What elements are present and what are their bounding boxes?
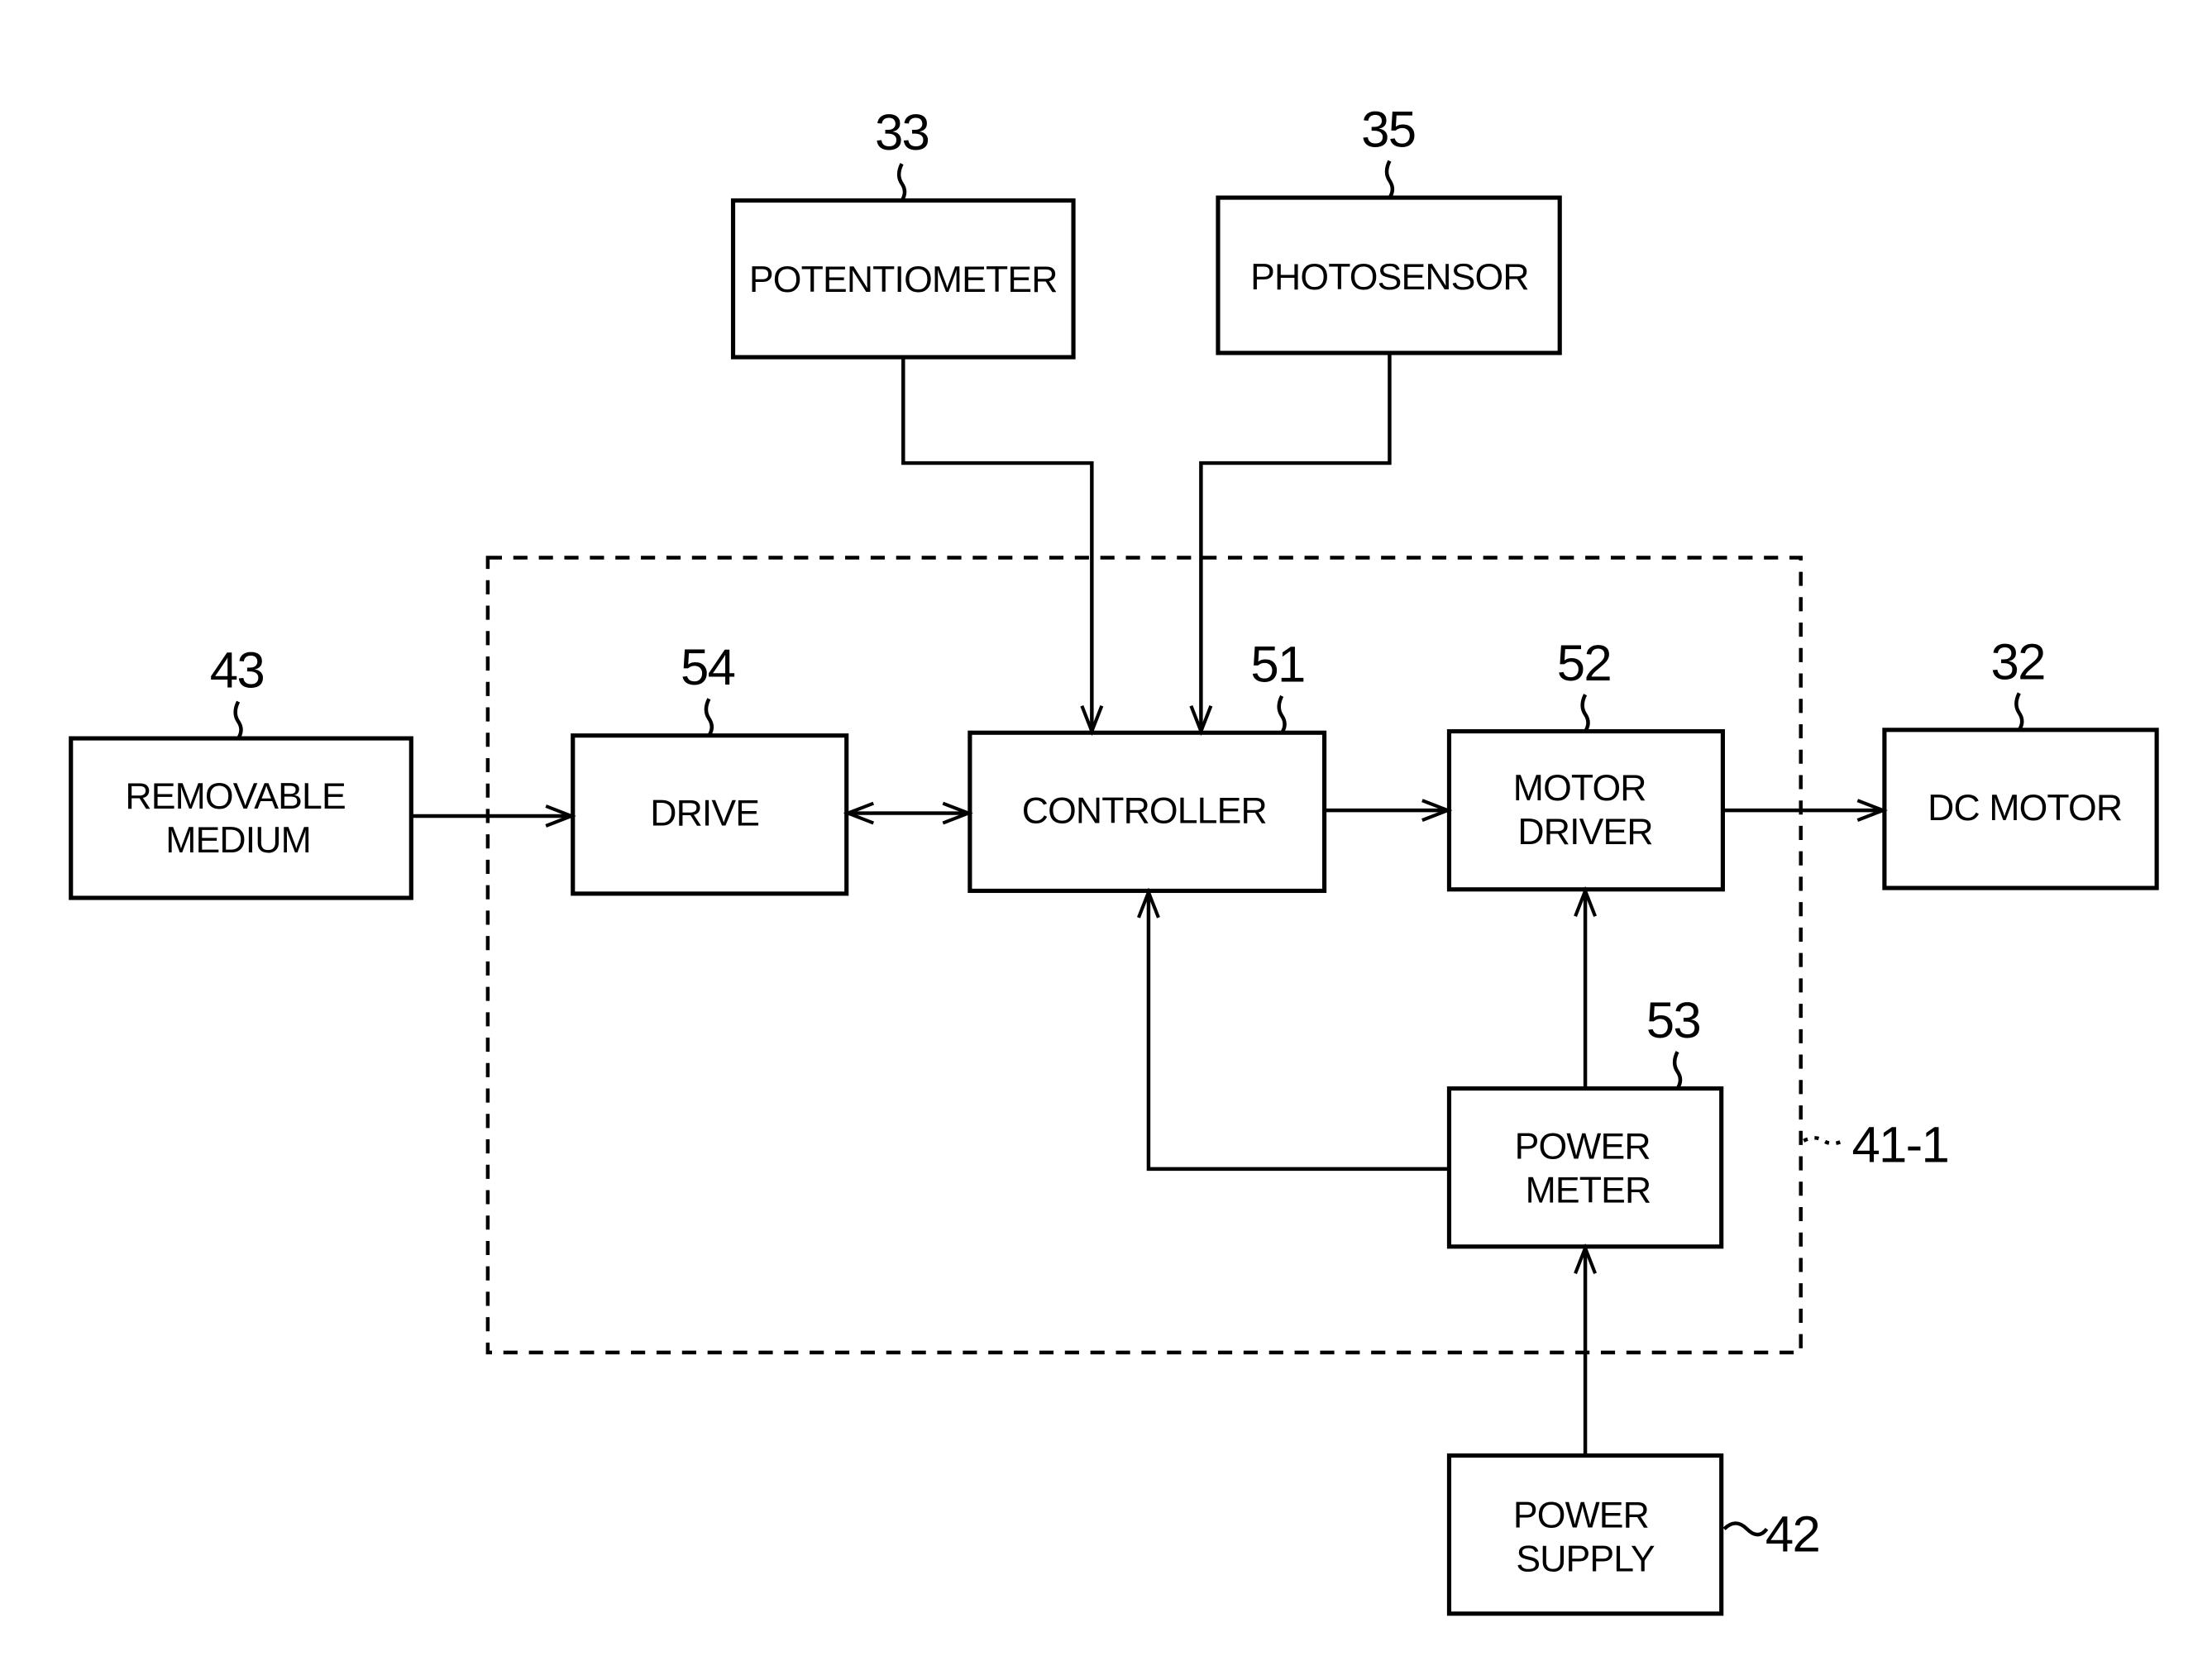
photosensor-ref: 35 <box>1361 102 1415 159</box>
photosensor-label: PHOTOSENSOR <box>1250 257 1529 298</box>
drive-label: DRIVE <box>650 794 759 834</box>
group-leader <box>1803 1136 1845 1146</box>
potentiometer-leader <box>896 163 907 202</box>
motor-driver-label-line2: DRIVER <box>1517 812 1652 852</box>
power-meter-label-line2: METER <box>1526 1171 1651 1211</box>
removable-medium-label-line1: REMOVABLE <box>125 776 345 817</box>
block-photosensor: PHOTOSENSOR 35 <box>1216 102 1562 356</box>
dc-motor-label: DC MOTOR <box>1928 788 2122 828</box>
controller-label: CONTROLLER <box>1022 790 1267 831</box>
dc-motor-leader <box>2014 692 2024 732</box>
power-meter-leader <box>1672 1051 1683 1090</box>
motor-driver-label-line1: MOTOR <box>1513 768 1646 809</box>
group-ref: 41-1 <box>1851 1116 1948 1173</box>
power-supply-label-line1: POWER <box>1513 1495 1649 1535</box>
power-supply-label-line2: SUPPLY <box>1516 1539 1655 1579</box>
block-diagram: 41-1 POTENTIOMETER 33 PHOTOSENSOR 35 REM… <box>69 102 2159 1616</box>
connector-potentiometer-controller <box>901 357 1094 730</box>
block-removable-medium: REMOVABLE MEDIUM 43 <box>69 642 413 900</box>
removable-medium-label-line2: MEDIUM <box>165 820 311 861</box>
power-supply-leader <box>1722 1521 1769 1537</box>
drive-ref: 54 <box>681 639 735 696</box>
motor-driver-box <box>1446 728 1725 892</box>
block-controller: CONTROLLER 51 <box>967 637 1327 894</box>
block-power-supply: POWER SUPPLY 42 <box>1446 1453 1821 1616</box>
removable-medium-ref: 43 <box>210 642 264 699</box>
removable-medium-leader <box>233 700 243 740</box>
motor-driver-ref: 52 <box>1557 635 1611 692</box>
removable-medium-box <box>69 736 413 900</box>
power-meter-label-line1: POWER <box>1515 1127 1651 1167</box>
power-meter-box <box>1446 1086 1724 1249</box>
motor-driver-leader <box>1580 694 1590 733</box>
block-drive: DRIVE 54 <box>571 639 849 896</box>
block-potentiometer: POTENTIOMETER 33 <box>730 104 1076 360</box>
connector-power-meter-controller <box>1146 893 1450 1172</box>
potentiometer-ref: 33 <box>875 104 929 161</box>
controller-leader <box>1277 694 1287 734</box>
drive-leader <box>704 698 714 737</box>
block-dc-motor: DC MOTOR 32 <box>1882 633 2159 890</box>
block-motor-driver: MOTOR DRIVER 52 <box>1446 635 1725 892</box>
potentiometer-label: POTENTIOMETER <box>749 260 1058 300</box>
dc-motor-ref: 32 <box>1990 633 2044 690</box>
power-supply-ref: 42 <box>1765 1506 1819 1563</box>
controller-ref: 51 <box>1250 637 1304 694</box>
photosensor-leader <box>1384 160 1395 199</box>
power-meter-ref: 53 <box>1646 992 1700 1049</box>
